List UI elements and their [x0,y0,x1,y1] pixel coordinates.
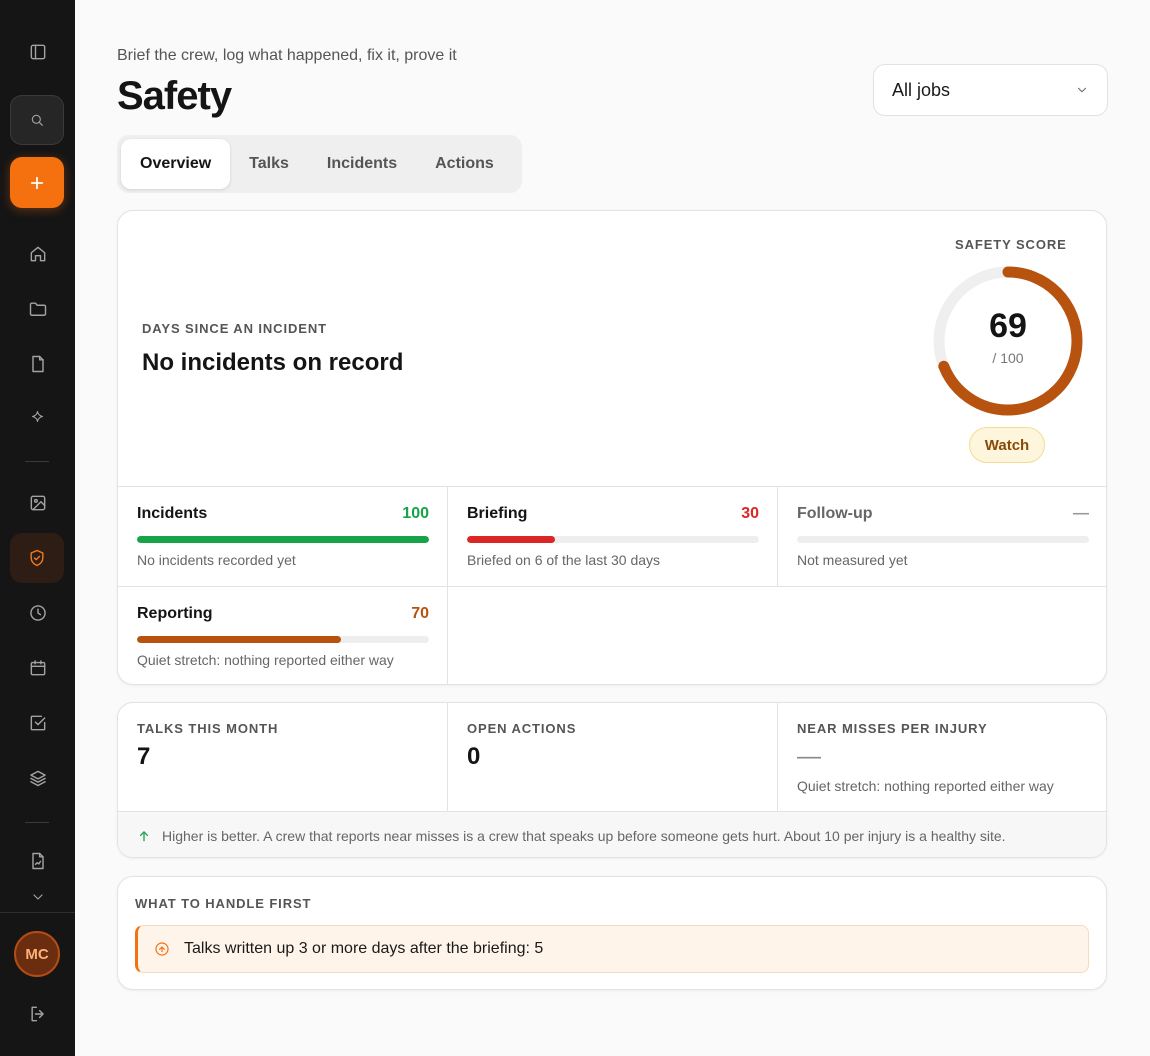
sidebar-divider [25,822,49,823]
panel-toggle-icon[interactable] [13,29,62,74]
metric-description: Briefed on 6 of the last 30 days [467,552,661,568]
safety-stats-card: TALKS THIS MONTH 7 OPEN ACTIONS 0 NEAR M… [117,702,1107,858]
metric-description: Not measured yet [797,552,908,568]
chevron-down-icon [1077,87,1087,93]
metric-bar-fill [467,536,555,543]
metric-bar-fill [137,636,342,643]
page-title: Safety [117,74,232,118]
image-icon[interactable] [13,480,62,525]
sidebar: MC [0,0,75,1056]
layers-icon[interactable] [13,755,62,800]
sidebar-divider [0,912,75,913]
section-label: WHAT TO HANDLE FIRST [135,896,312,911]
metric-name: Briefing [467,505,528,522]
plus-icon[interactable] [10,157,64,208]
stats-footer-note: Higher is better. A crew that reports ne… [118,811,1106,857]
stat-label: OPEN ACTIONS [467,721,577,736]
shield-check-icon[interactable] [10,533,64,583]
metric-bar [797,536,1089,543]
sidebar-divider [25,461,49,462]
safety-score-label: SAFETY SCORE [955,237,1067,252]
metric-value: 70 [411,605,429,622]
stat-value: 7 [137,743,151,770]
metric-value: — [1073,505,1089,522]
calendar-icon[interactable] [13,645,62,690]
metric-bar [137,636,429,643]
metric-value: 100 [402,505,429,522]
tab-actions[interactable]: Actions [416,139,513,189]
priority-item[interactable]: Talks written up 3 or more days after th… [135,925,1089,973]
file-icon[interactable] [13,341,62,386]
tab-overview[interactable]: Overview [121,139,231,189]
tab-bar: Overview Talks Incidents Actions [117,135,522,193]
metric-grid: Incidents 100 No incidents recorded yet … [118,486,1106,684]
days-since-incident-label: DAYS SINCE AN INCIDENT [142,321,327,336]
stats-footer-text: Higher is better. A crew that reports ne… [162,827,1006,844]
metric-name: Reporting [137,605,213,622]
tab-incidents[interactable]: Incidents [308,139,416,189]
arrow-up-icon [139,830,149,841]
checkbox-icon[interactable] [13,700,62,745]
stat-value: 0 [467,743,481,770]
safety-score-value: 69 [989,307,1027,345]
metric-briefing: Briefing 30 Briefed on 6 of the last 30 … [448,487,778,587]
metric-name: Incidents [137,505,208,522]
metric-name: Follow-up [797,505,873,522]
priority-item-text: Talks written up 3 or more days after th… [184,940,544,957]
stat-near-misses-per-injury: NEAR MISSES PER INJURY — Quiet stretch: … [778,703,1106,811]
safety-overview-card: DAYS SINCE AN INCIDENT No incidents on r… [117,210,1107,685]
page-subtitle: Brief the crew, log what happened, fix i… [117,47,457,64]
metric-follow-up: Follow-up — Not measured yet [778,487,1106,587]
tab-talks[interactable]: Talks [230,139,308,189]
stat-value: — [797,743,821,770]
stat-talks-this-month: TALKS THIS MONTH 7 [118,703,448,811]
metric-value: 30 [741,505,759,522]
metric-incidents: Incidents 100 No incidents recorded yet [118,487,448,587]
what-to-handle-first-card: WHAT TO HANDLE FIRST Talks written up 3 … [117,876,1107,990]
folder-icon[interactable] [13,286,62,331]
job-filter-select[interactable]: All jobs [873,64,1108,116]
metric-description: Quiet stretch: nothing reported either w… [137,652,394,668]
stat-label: TALKS THIS MONTH [137,721,279,736]
metric-bar [467,536,759,543]
stat-note: Quiet stretch: nothing reported either w… [797,778,1054,794]
metric-bar [137,536,429,543]
home-icon[interactable] [13,231,62,276]
logout-icon[interactable] [13,991,62,1036]
days-since-incident-value: No incidents on record [142,349,404,376]
metric-description: No incidents recorded yet [137,552,296,568]
main-content: Brief the crew, log what happened, fix i… [75,0,1150,1056]
avatar[interactable]: MC [14,931,60,977]
metric-reporting: Reporting 70 Quiet stretch: nothing repo… [118,587,448,684]
stat-open-actions: OPEN ACTIONS 0 [448,703,778,811]
metric-bar-fill [137,536,429,543]
stat-label: NEAR MISSES PER INJURY [797,721,988,736]
job-filter-value: All jobs [892,79,951,100]
sparkle-icon[interactable] [13,394,62,439]
safety-score-max: / 100 [992,350,1024,366]
clock-icon[interactable] [13,590,62,635]
search-icon[interactable] [10,95,64,145]
arrow-up-circle-icon [155,942,169,956]
status-badge: Watch [969,427,1045,463]
